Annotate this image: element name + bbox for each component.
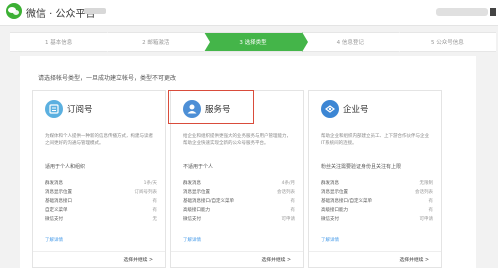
learn-more-link[interactable]: 了解详情	[321, 237, 339, 243]
step-info-registration: 4 信息登记	[301, 32, 405, 52]
feature-row: 消息显示位置 会话列表	[183, 190, 295, 195]
step-email-activation: 2 邮箱激活	[107, 32, 211, 52]
enterprise-icon	[321, 100, 339, 118]
main-panel: 请选择帐号类型，一旦成功建立帐号，类型不可更改 订阅号 为媒体和个人提供一种新的…	[20, 56, 476, 268]
card-suited-for: 粉丝关注需要验证身份且关注有上限	[321, 164, 402, 170]
card-title: 订阅号	[67, 105, 93, 115]
card-description: 给企业和组织提供更强大的业务服务与用户管理能力，帮助企业快速实现全新的公众号服务…	[183, 134, 291, 146]
feature-row: 群发消息 1条/天	[45, 181, 157, 186]
feature-row: 基础消息接口/自定义菜单有	[321, 199, 433, 204]
card-subscription[interactable]: 订阅号 为媒体和个人提供一种新的信息传播方式，构建与读者之间更好的沟通与管理模式…	[32, 90, 166, 268]
feature-row: 微信支付 可申请	[183, 217, 295, 222]
choose-continue-button[interactable]: 选择并继续 >	[171, 251, 303, 268]
feature-list: 群发消息 无限制 消息显示位置 会话列表 基础消息接口/自定义菜单有 高级接口能力有…	[321, 179, 433, 224]
card-header: 企业号	[309, 91, 441, 127]
step-account-info: 5 公众号信息	[398, 32, 497, 52]
top-header: 微信 · 公众平台	[0, 0, 498, 26]
feature-row: 自定义菜单有	[45, 208, 157, 213]
card-description: 为媒体和个人提供一种新的信息传播方式，构建与读者之间更好的沟通与管理模式。	[45, 134, 153, 146]
feature-row: 群发消息 4条/月	[183, 181, 295, 186]
feature-row: 微信支付 可申请	[321, 217, 433, 222]
feature-list: 群发消息 4条/月 消息显示位置 会话列表 基础消息接口/自定义菜单有 高级接口能力…	[183, 179, 295, 224]
card-title: 企业号	[343, 105, 369, 115]
choose-continue-button[interactable]: 选择并继续 >	[309, 251, 441, 268]
account-name-blurred	[84, 8, 106, 14]
subscription-icon	[45, 100, 63, 118]
feature-row: 基础消息接口/自定义菜单有	[183, 199, 295, 204]
feature-row: 消息显示位置 会话列表	[321, 190, 433, 195]
wechat-logo-icon[interactable]	[6, 3, 22, 19]
feature-row: 群发消息 无限制	[321, 181, 433, 186]
card-suited-for: 不适用于个人	[183, 164, 214, 170]
user-menu-icon[interactable]	[490, 8, 496, 16]
registration-steps: 1 基本信息 2 邮箱激活 3 选择类型 4 信息登记 5 公众号信息	[10, 32, 497, 52]
user-info-blurred[interactable]	[436, 8, 488, 16]
card-enterprise[interactable]: 企业号 帮助企业和组织内部建立员工、上下游合作伙伴与企业IT系统间的连接。 粉丝…	[308, 90, 442, 268]
feature-row: 高级接口能力有	[321, 208, 433, 213]
card-suited-for: 适用于个人和组织	[45, 164, 86, 170]
card-header: 订阅号	[33, 91, 165, 127]
feature-row: 微信支付无	[45, 217, 157, 222]
card-description: 帮助企业和组织内部建立员工、上下游合作伙伴与企业IT系统间的连接。	[321, 134, 429, 146]
step-basic-info: 1 基本信息	[10, 32, 114, 52]
learn-more-link[interactable]: 了解详情	[45, 237, 63, 243]
learn-more-link[interactable]: 了解详情	[183, 237, 201, 243]
choose-continue-button[interactable]: 选择并继续 >	[33, 251, 165, 268]
feature-list: 群发消息 1条/天 消息显示位置 订阅号列表 基础消息接口有 自定义菜单有 微信支付…	[45, 179, 157, 224]
feature-row: 高级接口能力有	[183, 208, 295, 213]
step-select-type: 3 选择类型	[204, 32, 308, 52]
highlight-box	[168, 90, 254, 124]
feature-row: 消息显示位置 订阅号列表	[45, 190, 157, 195]
type-notice: 请选择帐号类型，一旦成功建立帐号，类型不可更改	[38, 75, 177, 82]
feature-row: 基础消息接口有	[45, 199, 157, 204]
